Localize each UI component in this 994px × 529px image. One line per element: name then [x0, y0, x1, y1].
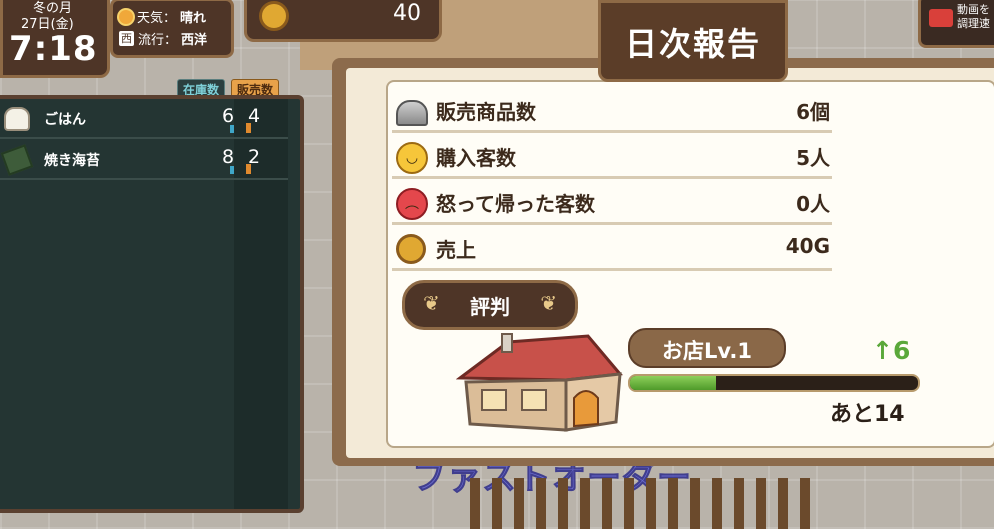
money-panel: 40 [244, 0, 442, 42]
fence-decoration [470, 478, 810, 529]
weather-panel: 天気： 晴れ 西 流行： 西洋 [110, 0, 234, 58]
item-stock: 6 [222, 105, 235, 127]
item-name: 焼き海苔 [44, 153, 100, 169]
stat-value: 0人 [796, 192, 830, 216]
item-name: ごはん [44, 112, 86, 128]
stat-value: 40G [785, 234, 830, 258]
level-gain: ↑6 [872, 336, 911, 365]
clock: 7:18 [9, 29, 98, 69]
shop-level-badge: お店Lv.1 [628, 328, 786, 368]
sold-indicator [246, 164, 251, 174]
inventory-row[interactable]: 焼き海苔 8 2 [0, 140, 288, 180]
stock-indicator [230, 166, 234, 174]
stat-row-angry-customers: ︵ 怒って帰った客数 0人 [392, 182, 832, 225]
weather-row: 天気： 晴れ [119, 7, 206, 26]
stock-indicator [230, 125, 234, 133]
stat-value: 6個 [796, 100, 830, 124]
money-value: 40 [393, 1, 421, 26]
stat-row-sales: 売上 40G [392, 228, 832, 271]
coin-icon [396, 234, 426, 264]
item-stock: 8 [222, 146, 235, 168]
stat-label: 購入客数 [436, 146, 516, 170]
stat-row-customers: ◡ 購入客数 5人 [392, 136, 832, 179]
shop-level: お店Lv.1 [662, 339, 752, 363]
video-label-line1: 動画を [957, 3, 990, 16]
cloche-icon [396, 100, 428, 126]
trend-label: 流行： [138, 33, 178, 48]
report-title: 日次報告 [624, 25, 761, 63]
weather-value: 晴れ [180, 11, 207, 26]
video-play-icon [929, 9, 953, 27]
trend-value: 西洋 [181, 33, 208, 48]
date-time-panel: 冬の月 27日(金) 7:18 [0, 0, 110, 78]
trend-row: 西 流行： 西洋 [119, 29, 207, 48]
watch-video-button[interactable]: 動画を 調理速 [918, 0, 994, 48]
reputation-progress-bar [628, 374, 920, 392]
reputation-progress-fill [630, 376, 717, 390]
west-badge-icon: 西 [119, 31, 134, 46]
coin-icon [259, 1, 289, 31]
inventory-row[interactable]: ごはん 6 4 [0, 99, 288, 139]
shop-building-icon [456, 333, 623, 432]
stat-row-items-sold: 販売商品数 6個 [392, 90, 832, 133]
ornament-icon: ❦ [540, 291, 557, 315]
stat-label: 怒って帰った客数 [436, 192, 595, 216]
weather-label: 天気： [137, 11, 177, 26]
report-title-plaque: 日次報告 [598, 0, 788, 82]
reputation-banner: ❦ 評判 ❦ [402, 280, 578, 330]
angry-face-icon: ︵ [396, 188, 428, 220]
video-button-label: 動画を 調理速 [957, 3, 990, 31]
sun-icon [119, 9, 133, 24]
video-label-line2: 調理速 [957, 17, 990, 30]
stat-label: 売上 [436, 238, 476, 262]
smile-face-icon: ◡ [396, 142, 428, 174]
stat-value: 5人 [796, 146, 830, 170]
seaweed-icon [0, 144, 34, 176]
rice-bowl-icon [4, 107, 30, 131]
remaining-to-next-level: あと14 [830, 402, 905, 427]
sold-indicator [246, 123, 251, 133]
stat-label: 販売商品数 [436, 100, 536, 124]
inventory-panel: ごはん 6 4 焼き海苔 8 2 [0, 95, 304, 513]
